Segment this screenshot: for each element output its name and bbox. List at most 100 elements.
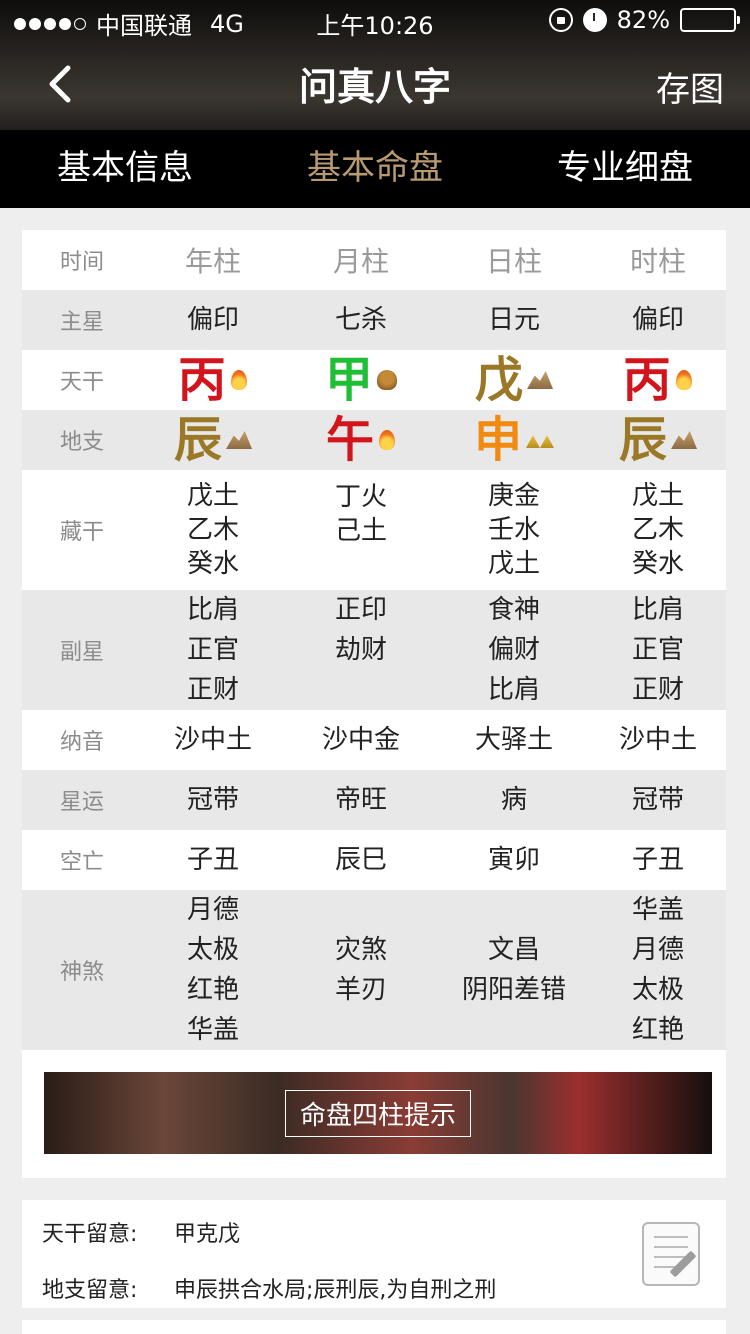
column-header: 月柱 bbox=[332, 245, 389, 278]
table-row-secondary-stars: 副星 比肩 正官 正财 正印 劫财 食神 偏财 比肩 比肩 正官 正财 bbox=[22, 590, 726, 710]
table-cell: 壬水 bbox=[487, 515, 540, 545]
row-label: 藏干 bbox=[59, 520, 104, 545]
earth-icon bbox=[226, 431, 252, 449]
table-row-star-fortune: 星运 冠带 帝旺 病 冠带 bbox=[22, 770, 726, 830]
table-cell: 戊土 bbox=[186, 481, 239, 511]
table-cell: 偏财 bbox=[487, 635, 540, 665]
table-cell: 文昌 bbox=[487, 935, 540, 965]
tab-basic-chart[interactable]: 基本命盘 bbox=[250, 130, 500, 208]
table-cell: 己土 bbox=[334, 516, 387, 546]
table-cell: 月德 bbox=[631, 935, 684, 965]
table-row-earthly-branches: 地支 辰 午 申 辰 bbox=[22, 410, 726, 470]
column-header: 时柱 bbox=[629, 245, 686, 278]
table-cell: 戊土 bbox=[487, 549, 540, 579]
table-row-header: 时间 年柱 月柱 日柱 时柱 bbox=[22, 230, 726, 290]
note-value: 申辰拱合水局;辰刑辰,为自刑之刑 bbox=[174, 1278, 497, 1303]
table-row-main-star: 主星 偏印 七杀 日元 偏印 bbox=[22, 290, 726, 350]
row-label: 纳音 bbox=[59, 730, 104, 755]
table-cell: 沙中土 bbox=[173, 725, 252, 755]
table-cell: 帝旺 bbox=[334, 785, 387, 815]
row-label: 天干 bbox=[59, 370, 104, 395]
page-title: 问真八字 bbox=[298, 65, 451, 109]
table-cell: 庚金 bbox=[487, 481, 540, 511]
table-cell: 乙木 bbox=[186, 515, 239, 545]
earth-icon bbox=[671, 431, 697, 449]
table-cell: 日元 bbox=[487, 305, 540, 335]
save-image-button[interactable]: 存图 bbox=[656, 62, 724, 111]
table-cell: 正官 bbox=[186, 635, 239, 665]
table-cell: 乙木 bbox=[631, 515, 684, 545]
table-cell: 七杀 bbox=[334, 305, 387, 335]
nav-bar: 问真八字 存图 bbox=[0, 42, 750, 130]
table-row-hidden-stems: 藏干 戊土 乙木 癸水 丁火 己土 庚金 壬水 戊土 戊土 乙木 癸水 bbox=[22, 470, 726, 590]
stem-character: 丙 bbox=[622, 352, 671, 408]
table-row-spirits: 神煞 月德 太极 红艳 华盖 灾煞 羊刃 文昌 阴阳差错 华盖 月德 太极 红艳 bbox=[22, 890, 726, 1050]
table-cell: 丁火 bbox=[334, 482, 387, 512]
table-cell: 冠带 bbox=[186, 785, 239, 815]
branch-character: 辰 bbox=[618, 412, 667, 468]
battery-percent: 82% bbox=[616, 6, 670, 34]
table-cell: 阴阳差错 bbox=[461, 975, 566, 1005]
note-key: 天干留意: bbox=[42, 1222, 138, 1247]
stem-character: 甲 bbox=[324, 352, 373, 408]
alarm-icon bbox=[582, 8, 607, 32]
earthly-branch-note: 地支留意: 申辰拱合水局;辰刑辰,为自刑之刑 bbox=[42, 1272, 496, 1304]
table-cell: 冠带 bbox=[631, 785, 684, 815]
four-pillars-tips-button[interactable]: 命盘四柱提示 bbox=[284, 1089, 471, 1137]
notes-card: 天干留意: 甲克戊 地支留意: 申辰拱合水局;辰刑辰,为自刑之刑 bbox=[22, 1200, 726, 1308]
table-cell: 癸水 bbox=[631, 549, 684, 579]
table-cell: 癸水 bbox=[186, 549, 239, 579]
table-cell: 正印 bbox=[334, 595, 387, 625]
branch-character: 辰 bbox=[173, 412, 222, 468]
table-cell: 华盖 bbox=[186, 1015, 239, 1045]
row-label: 星运 bbox=[59, 790, 104, 815]
heavenly-stem-note: 天干留意: 甲克戊 bbox=[42, 1216, 240, 1248]
table-cell: 戊土 bbox=[631, 481, 684, 511]
table-cell: 华盖 bbox=[631, 895, 684, 925]
table-cell: 偏印 bbox=[631, 305, 684, 335]
tab-basic-info[interactable]: 基本信息 bbox=[0, 130, 250, 208]
table-cell: 太极 bbox=[631, 975, 684, 1005]
table-cell: 子丑 bbox=[186, 845, 239, 875]
table-cell: 病 bbox=[500, 785, 527, 815]
table-row-heavenly-stems: 天干 丙 甲 戊 丙 bbox=[22, 350, 726, 410]
tab-professional-chart[interactable]: 专业细盘 bbox=[500, 130, 750, 208]
table-cell: 太极 bbox=[186, 935, 239, 965]
bazi-chart-card: 时间 年柱 月柱 日柱 时柱 主星 偏印 七杀 日元 偏印 天干 丙 甲 戊 丙… bbox=[22, 230, 726, 1178]
table-cell: 偏印 bbox=[186, 305, 239, 335]
stem-character: 丙 bbox=[177, 352, 226, 408]
table-row-void: 空亡 子丑 辰巳 寅卯 子丑 bbox=[22, 830, 726, 890]
table-cell: 沙中土 bbox=[618, 725, 697, 755]
note-value: 甲克戊 bbox=[174, 1222, 241, 1247]
table-cell: 比肩 bbox=[487, 675, 540, 705]
column-header: 日柱 bbox=[485, 245, 542, 278]
row-label: 主星 bbox=[59, 310, 104, 335]
column-header: 年柱 bbox=[184, 245, 241, 278]
table-cell: 寅卯 bbox=[487, 845, 540, 875]
fire-icon bbox=[675, 368, 693, 392]
table-cell: 大驿土 bbox=[474, 725, 553, 755]
table-cell: 灾煞 bbox=[334, 935, 387, 965]
next-card-edge bbox=[22, 1320, 726, 1334]
battery-icon bbox=[680, 8, 740, 32]
stem-character: 戊 bbox=[474, 352, 523, 408]
row-label: 副星 bbox=[59, 640, 104, 665]
table-cell: 沙中金 bbox=[321, 725, 400, 755]
earth-icon bbox=[527, 371, 553, 389]
note-key: 地支留意: bbox=[42, 1278, 138, 1303]
table-cell: 月德 bbox=[186, 895, 239, 925]
status-bar: 中国联通 4G 上午10:26 82% bbox=[0, 0, 750, 42]
fire-icon bbox=[230, 368, 248, 392]
app-header: 中国联通 4G 上午10:26 82% 问真八字 存图 bbox=[0, 0, 750, 130]
tips-banner[interactable]: 命盘四柱提示 bbox=[44, 1072, 712, 1154]
table-cell: 羊刃 bbox=[334, 975, 387, 1005]
row-label: 时间 bbox=[59, 250, 104, 275]
table-row-nayin: 纳音 沙中土 沙中金 大驿土 沙中土 bbox=[22, 710, 726, 770]
table-cell: 正财 bbox=[631, 675, 684, 705]
table-cell: 子丑 bbox=[631, 845, 684, 875]
row-label: 空亡 bbox=[59, 850, 104, 875]
rotation-lock-icon bbox=[548, 8, 573, 32]
wood-icon bbox=[377, 370, 397, 390]
table-cell: 劫财 bbox=[334, 635, 387, 665]
table-cell: 红艳 bbox=[186, 975, 239, 1005]
